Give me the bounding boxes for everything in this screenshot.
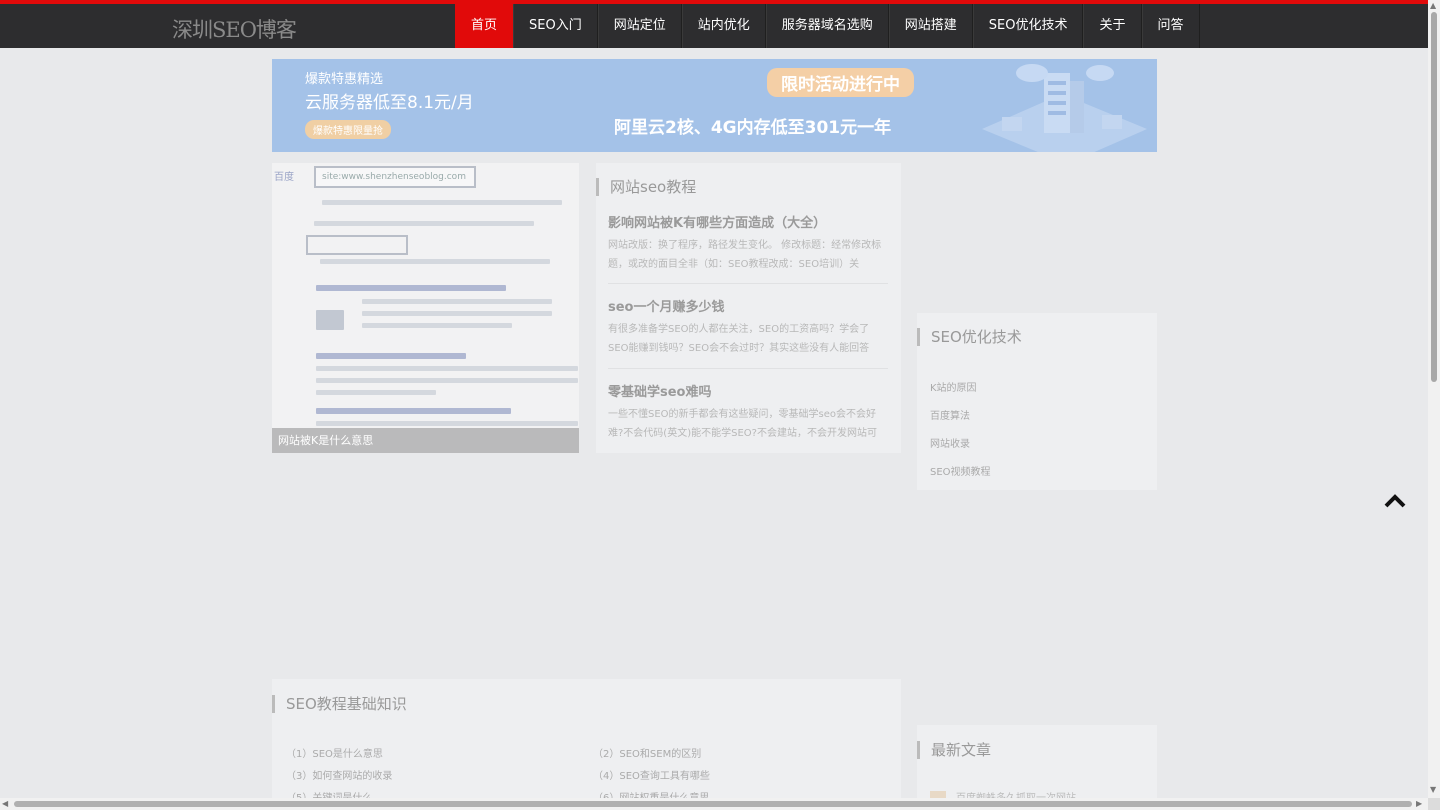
screenshot-line: [316, 421, 578, 426]
basics-item[interactable]: （2）SEO和SEM的区别: [593, 745, 701, 760]
nav-item-seo-tech[interactable]: SEO优化技术: [972, 4, 1084, 48]
featured-slide[interactable]: 百度 site:www.shenzhenseoblog.com 网站被K是什么意…: [272, 163, 579, 453]
screenshot-tabs: [322, 200, 562, 205]
screenshot-line: [316, 378, 578, 383]
banner-offer: 阿里云2核、4G内存低至301元一年: [614, 118, 892, 138]
recent-item[interactable]: 百度蜘蛛多久抓取一次网站: [956, 789, 1076, 798]
nav-item-seo-intro[interactable]: SEO入门: [513, 4, 598, 48]
server-illustration-icon: [982, 64, 1147, 152]
scrollbar-corner: [1428, 798, 1440, 810]
screenshot-link: [316, 353, 466, 359]
recent-panel: 最新文章 百度蜘蛛多久抓取一次网站: [917, 725, 1157, 798]
post-title[interactable]: 影响网站被K有哪些方面造成（大全）: [608, 212, 826, 231]
screenshot-search-box: site:www.shenzhenseoblog.com: [314, 166, 476, 188]
basics-item[interactable]: （3）如何查网站的收录: [286, 767, 392, 782]
screenshot-line: [316, 366, 578, 371]
screenshot-link: [316, 408, 511, 414]
horizontal-scrollbar[interactable]: ◀ ▶: [0, 798, 1428, 810]
sidebar-link[interactable]: SEO视频教程: [930, 463, 991, 478]
screenshot-link: [316, 285, 506, 291]
basics-item[interactable]: （4）SEO查询工具有哪些: [593, 767, 710, 782]
banner-cta-button[interactable]: 爆款特惠限量抢: [305, 120, 391, 139]
scroll-up-arrow-icon[interactable]: ▲: [1430, 0, 1436, 12]
basics-item[interactable]: （1）SEO是什么意思: [286, 745, 383, 760]
post-excerpt: 一些不懂SEO的新手都会有这些疑问，零基础学seo会不会好难?不会代码(英文)能…: [608, 409, 877, 439]
nav-item-site-building[interactable]: 网站搭建: [888, 4, 973, 48]
screenshot-thumb: [316, 310, 344, 330]
vertical-scrollbar[interactable]: ▲ ▼: [1428, 0, 1440, 810]
screenshot-line: [316, 390, 436, 395]
baidu-logo-icon: 百度: [274, 172, 294, 183]
seo-tech-panel: SEO优化技术 K站的原因 百度算法 网站收录 SEO视频教程: [917, 313, 1157, 490]
nav-item-about[interactable]: 关于: [1083, 4, 1142, 48]
chevron-up-icon[interactable]: [1382, 491, 1408, 511]
nav-item-onsite-optimization[interactable]: 站内优化: [681, 4, 766, 48]
basics-title: SEO教程基础知识: [272, 695, 407, 713]
main-nav: 首页 SEO入门 网站定位 站内优化 服务器域名选购 网站搭建 SEO优化技术 …: [455, 4, 1200, 48]
screenshot-line: [362, 299, 552, 304]
nav-item-site-position[interactable]: 网站定位: [597, 4, 682, 48]
scroll-down-arrow-icon[interactable]: ▼: [1430, 784, 1436, 796]
horizontal-scroll-thumb[interactable]: [14, 801, 1412, 807]
screenshot-line: [362, 323, 512, 328]
screenshot-line: [362, 311, 552, 316]
nav-item-qa[interactable]: 问答: [1141, 4, 1200, 48]
banner-headline: 云服务器低至8.1元/月: [305, 93, 474, 113]
sidebar-link[interactable]: 百度算法: [930, 407, 970, 422]
recent-thumbnail: [930, 791, 946, 798]
vertical-scroll-thumb[interactable]: [1431, 12, 1437, 382]
divider: [608, 368, 888, 369]
scroll-right-arrow-icon[interactable]: ▶: [1416, 798, 1422, 810]
banner-subtitle: 爆款特惠精选: [305, 72, 384, 87]
top-navbar: 深圳SEO博客 首页 SEO入门 网站定位 站内优化 服务器域名选购 网站搭建 …: [0, 0, 1428, 48]
site-logo[interactable]: 深圳SEO博客: [172, 14, 297, 44]
screenshot-filter: [314, 221, 534, 226]
sidebar-link[interactable]: 网站收录: [930, 435, 970, 450]
post-title[interactable]: seo一个月赚多少钱: [608, 296, 725, 315]
recent-title: 最新文章: [917, 741, 991, 759]
divider: [608, 283, 888, 284]
screenshot-box: [306, 235, 408, 255]
tutorial-panel-title: 网站seo教程: [596, 178, 696, 196]
featured-caption[interactable]: 网站被K是什么意思: [272, 428, 579, 453]
scroll-left-arrow-icon[interactable]: ◀: [2, 798, 8, 810]
basics-panel: SEO教程基础知识 （1）SEO是什么意思 （2）SEO和SEM的区别 （3）如…: [272, 679, 901, 804]
nav-item-server-domain[interactable]: 服务器域名选购: [765, 4, 889, 48]
sidebar-link[interactable]: K站的原因: [930, 379, 977, 394]
tutorial-panel: 网站seo教程 影响网站被K有哪些方面造成（大全） 网站改版：换了程序，路径发生…: [596, 163, 901, 453]
post-excerpt: 有很多准备学SEO的人都在关注，SEO的工资高吗？学会了SEO能赚到钱吗？SEO…: [608, 324, 870, 354]
seo-tech-title: SEO优化技术: [917, 328, 1022, 346]
nav-item-home[interactable]: 首页: [455, 4, 514, 48]
promo-banner[interactable]: 爆款特惠精选 云服务器低至8.1元/月 爆款特惠限量抢 限时活动进行中 阿里云2…: [272, 59, 1157, 152]
post-excerpt: 网站改版：换了程序，路径发生变化。 修改标题：经常修改标题，或改的面目全非（如：…: [608, 240, 882, 270]
banner-badge: 限时活动进行中: [767, 68, 914, 97]
post-title[interactable]: 零基础学seo难吗: [608, 381, 712, 400]
screenshot-line: [320, 259, 550, 264]
